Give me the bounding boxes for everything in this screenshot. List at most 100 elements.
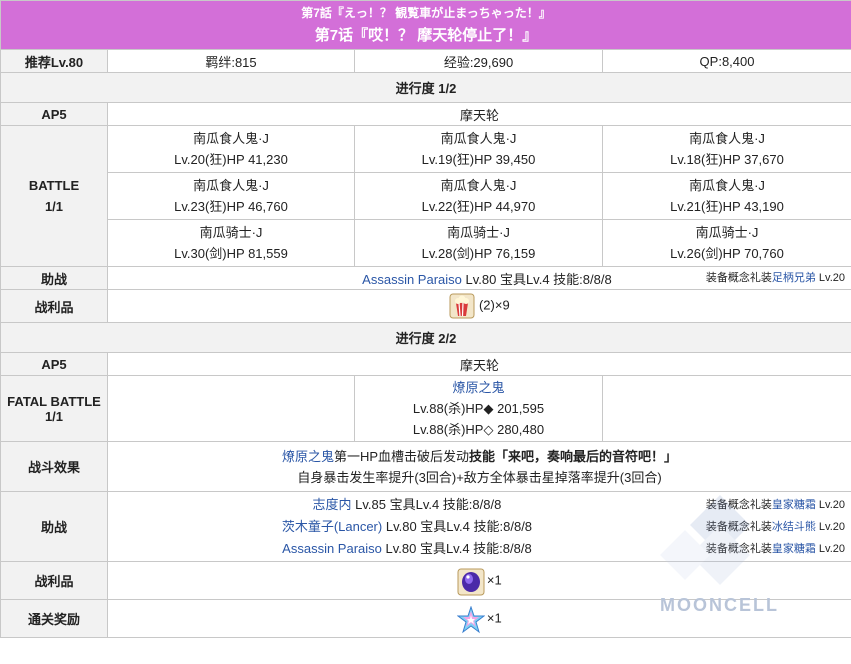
- enemy-7[interactable]: 南瓜骑士·J Lv.30(剑)HP 81,559: [107, 219, 355, 267]
- location-1: 摩天轮: [106, 102, 851, 126]
- drop-count: (2)×9: [478, 297, 510, 313]
- enemy-name: 南瓜食人鬼·J: [193, 131, 269, 146]
- enemy-stats: Lv.26(剑)HP 70,760: [670, 246, 784, 261]
- effect-skill-name: 技能「来吧，奏响最后的音符吧！」: [469, 448, 678, 464]
- support-ce: 装备概念礼装皇家糖霜 Lv.20: [706, 494, 851, 516]
- title-jp: 第7話『えっ！？ 観覧車が止まっちゃった！』: [301, 6, 551, 20]
- ce-link[interactable]: 皇家糖霜: [772, 499, 816, 511]
- enemy-name: 南瓜骑士·J: [199, 225, 263, 240]
- support-ce: 装备概念礼装冰结斗熊 Lv.20: [706, 516, 851, 538]
- enemy-stats: Lv.21(狂)HP 43,190: [670, 199, 784, 214]
- quest-header: 第7話『えっ！？ 観覧車が止まっちゃった！』 第7话『哎！？ 摩天轮停止了！』: [0, 0, 851, 50]
- recommended-level-label: 推荐Lv.80: [0, 49, 108, 73]
- effect-label: 战斗效果: [0, 441, 108, 492]
- enemy-name: 南瓜食人鬼·J: [440, 178, 517, 193]
- enemy-stats: Lv.20(狂)HP 41,230: [174, 152, 288, 167]
- ce-prefix: 装备概念礼装: [705, 271, 772, 284]
- enemy-stats: Lv.19(狂)HP 39,450: [421, 152, 536, 167]
- enemy-2[interactable]: 南瓜食人鬼·J Lv.19(狂)HP 39,450: [354, 125, 603, 173]
- enemy-name: 南瓜食人鬼·J: [440, 131, 517, 146]
- ap-label-1: AP5: [0, 102, 108, 126]
- battle-label-2-bottom: 1/1: [44, 408, 64, 424]
- ce-prefix: 装备概念礼装: [705, 498, 772, 511]
- qp-value: QP:8,400: [601, 49, 851, 73]
- ce-level: Lv.20: [815, 271, 846, 284]
- support-row: 装备概念礼装皇家糖霜 Lv.20 Assassin Paraiso Lv.80 …: [108, 538, 851, 560]
- battle-label-2-top: FATAL BATTLE: [7, 393, 101, 409]
- exp-value: 经验:29,690: [354, 49, 603, 73]
- quest-table: 第7話『えっ！？ 観覧車が止まっちゃった！』 第7话『哎！？ 摩天轮停止了！』 …: [0, 0, 851, 638]
- ce-level: Lv.20: [815, 542, 846, 555]
- title-cn: 第7话『哎！？ 摩天轮停止了！』: [314, 27, 538, 44]
- enemy-stats: Lv.23(狂)HP 46,760: [174, 199, 288, 214]
- effect-cell: 燎原之鬼第一HP血槽击破后发动技能「来吧，奏响最后的音符吧！」 自身暴击发生率提…: [106, 441, 851, 492]
- support-info: Lv.80 宝具Lv.4 技能:8/8/8: [381, 540, 532, 556]
- progress-1-title: 进行度 1/2: [0, 72, 851, 103]
- support-label-2: 助战: [0, 491, 108, 562]
- battle-label-1-bottom: 1/1: [44, 199, 64, 214]
- popcorn-icon[interactable]: [449, 293, 475, 319]
- support-row-1: Assassin Paraiso Lv.80 宝具Lv.4 技能:8/8/8 装…: [106, 266, 851, 290]
- saint-quartz-icon[interactable]: [456, 604, 486, 633]
- ap-label-2: AP5: [0, 352, 108, 376]
- support-servant-link[interactable]: 志度内: [313, 497, 352, 512]
- purple-gem-icon[interactable]: [457, 568, 485, 595]
- support-info: Lv.80 宝具Lv.4 技能:8/8/8: [461, 271, 612, 287]
- ce-prefix: 装备概念礼装: [705, 520, 772, 533]
- battle-label-1: BATTLE 1/1: [0, 125, 108, 267]
- effect-enemy-link[interactable]: 燎原之鬼: [282, 449, 334, 464]
- enemy-stats: Lv.22(狂)HP 44,970: [421, 199, 536, 214]
- ce-prefix: 装备概念礼装: [705, 542, 772, 555]
- support-servant-link[interactable]: Assassin Paraiso: [362, 272, 462, 287]
- enemy-5[interactable]: 南瓜食人鬼·J Lv.22(狂)HP 44,970: [354, 172, 603, 220]
- enemy-stats: Lv.18(狂)HP 37,670: [670, 152, 784, 167]
- ce-link[interactable]: 冰结斗熊: [772, 521, 816, 533]
- enemy-6[interactable]: 南瓜食人鬼·J Lv.21(狂)HP 43,190: [601, 172, 851, 220]
- support-info: Lv.80 宝具Lv.4 技能:8/8/8: [382, 518, 533, 534]
- support-ce: 装备概念礼装足柄兄弟 Lv.20: [706, 269, 851, 285]
- enemy-name: 南瓜食人鬼·J: [689, 131, 765, 146]
- drops-label-1: 战利品: [0, 289, 108, 323]
- support-row: 装备概念礼装皇家糖霜 Lv.20 志度内 Lv.85 宝具Lv.4 技能:8/8…: [108, 494, 851, 516]
- battle-label-2: FATAL BATTLE 1/1: [0, 375, 108, 442]
- empty-slot-left: [107, 375, 355, 442]
- support-row: 装备概念礼装冰结斗熊 Lv.20 茨木童子(Lancer) Lv.80 宝具Lv…: [108, 516, 851, 538]
- clear-reward-count: ×1: [486, 609, 502, 625]
- effect-detail: 自身暴击发生率提升(3回合)+敌方全体暴击星掉落率提升(3回合): [297, 469, 662, 485]
- progress-2-title: 进行度 2/2: [0, 322, 851, 353]
- enemy-stats: Lv.28(剑)HP 76,159: [421, 246, 536, 261]
- enemy-1[interactable]: 南瓜食人鬼·J Lv.20(狂)HP 41,230: [107, 125, 355, 173]
- drops-label-2: 战利品: [0, 561, 108, 600]
- enemy-8[interactable]: 南瓜骑士·J Lv.28(剑)HP 76,159: [354, 219, 603, 267]
- ce-level: Lv.20: [815, 520, 846, 533]
- drops-row-1: (2)×9: [106, 289, 851, 323]
- support-info: Lv.85 宝具Lv.4 技能:8/8/8: [351, 496, 502, 512]
- support-servant-link[interactable]: Assassin Paraiso: [282, 541, 382, 556]
- enemy-name: 南瓜骑士·J: [695, 225, 759, 240]
- boss-cell[interactable]: 燎原之鬼 Lv.88(杀)HP◆ 201,595 Lv.88(杀)HP◇ 280…: [354, 375, 603, 442]
- drop-count: ×1: [486, 571, 502, 587]
- enemy-4[interactable]: 南瓜食人鬼·J Lv.23(狂)HP 46,760: [107, 172, 355, 220]
- support-list-2: 装备概念礼装皇家糖霜 Lv.20 志度内 Lv.85 宝具Lv.4 技能:8/8…: [106, 491, 851, 562]
- support-ce: 装备概念礼装皇家糖霜 Lv.20: [706, 538, 851, 560]
- enemy-stats: Lv.30(剑)HP 81,559: [174, 246, 288, 261]
- clear-reward-row: ×1: [106, 599, 851, 638]
- ce-level: Lv.20: [815, 498, 846, 511]
- enemy-9[interactable]: 南瓜骑士·J Lv.26(剑)HP 70,760: [601, 219, 851, 267]
- location-2: 摩天轮: [106, 352, 851, 376]
- enemy-name: 南瓜骑士·J: [447, 225, 510, 240]
- clear-reward-label: 通关奖励: [0, 599, 108, 638]
- enemy-name: 南瓜食人鬼·J: [689, 178, 765, 193]
- bond-value: 羁绊:815: [107, 49, 355, 73]
- boss-hp-1: Lv.88(杀)HP◆ 201,595: [412, 401, 545, 416]
- support-label-1: 助战: [0, 266, 108, 290]
- boss-name-link[interactable]: 燎原之鬼: [452, 380, 504, 395]
- battle-label-1-top: BATTLE: [28, 178, 80, 193]
- enemy-3[interactable]: 南瓜食人鬼·J Lv.18(狂)HP 37,670: [601, 125, 851, 173]
- enemy-name: 南瓜食人鬼·J: [193, 178, 269, 193]
- ce-link[interactable]: 足柄兄弟: [772, 272, 816, 284]
- drops-row-2: ×1: [106, 561, 851, 600]
- support-servant-link[interactable]: 茨木童子(Lancer): [282, 519, 382, 534]
- empty-slot-right: [601, 375, 851, 442]
- ce-link[interactable]: 皇家糖霜: [772, 543, 816, 555]
